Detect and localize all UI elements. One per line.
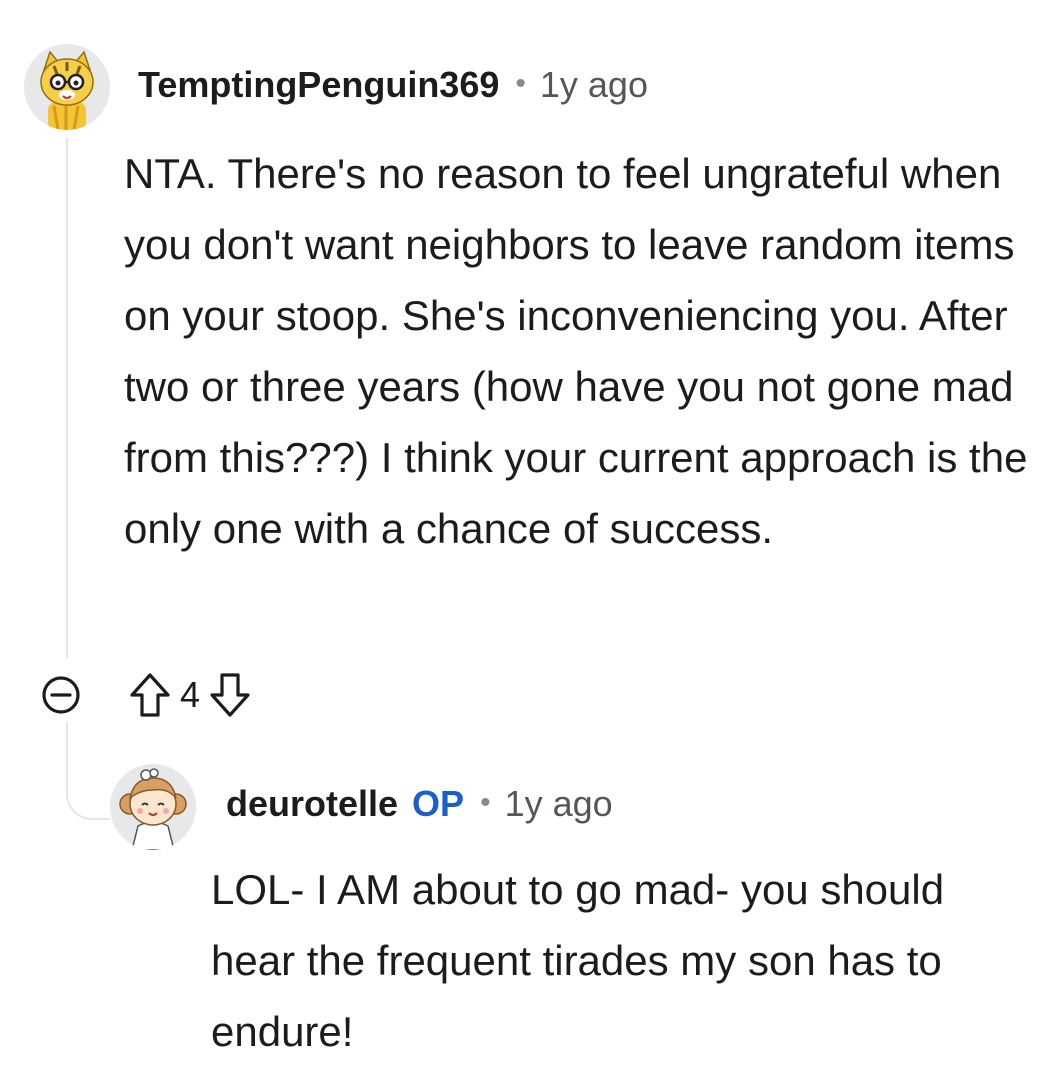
- comment-meta-reply: deurotelle OP • 1y ago: [226, 783, 613, 825]
- username-link[interactable]: TemptingPenguin369: [138, 64, 499, 106]
- collapse-minus-icon: [42, 676, 80, 714]
- vote-count: 4: [180, 674, 201, 715]
- comment-body: NTA. There's no reason to feel ungratefu…: [124, 150, 1028, 552]
- comment-actions: 4: [40, 666, 254, 724]
- downvote-button[interactable]: [206, 669, 254, 721]
- meta-separator: •: [515, 67, 526, 100]
- comment-timestamp: 1y ago: [539, 64, 648, 105]
- meta-separator: •: [480, 786, 491, 819]
- reply-connector: [66, 760, 110, 820]
- upvote-arrow-icon: [130, 673, 170, 717]
- username-link[interactable]: deurotelle: [226, 783, 398, 825]
- upvote-button[interactable]: [126, 669, 174, 721]
- downvote-arrow-icon: [210, 673, 250, 717]
- comment-timestamp: 1y ago: [504, 783, 613, 824]
- thread-line[interactable]: [66, 138, 68, 658]
- tiger-avatar-icon[interactable]: [24, 44, 110, 130]
- reply-body: LOL- I AM about to go mad- you should he…: [211, 866, 945, 1055]
- girl-avatar-icon[interactable]: [110, 764, 196, 850]
- comment-meta: TemptingPenguin369 • 1y ago: [138, 64, 648, 106]
- collapse-button[interactable]: [40, 674, 82, 716]
- op-badge: OP: [412, 783, 465, 824]
